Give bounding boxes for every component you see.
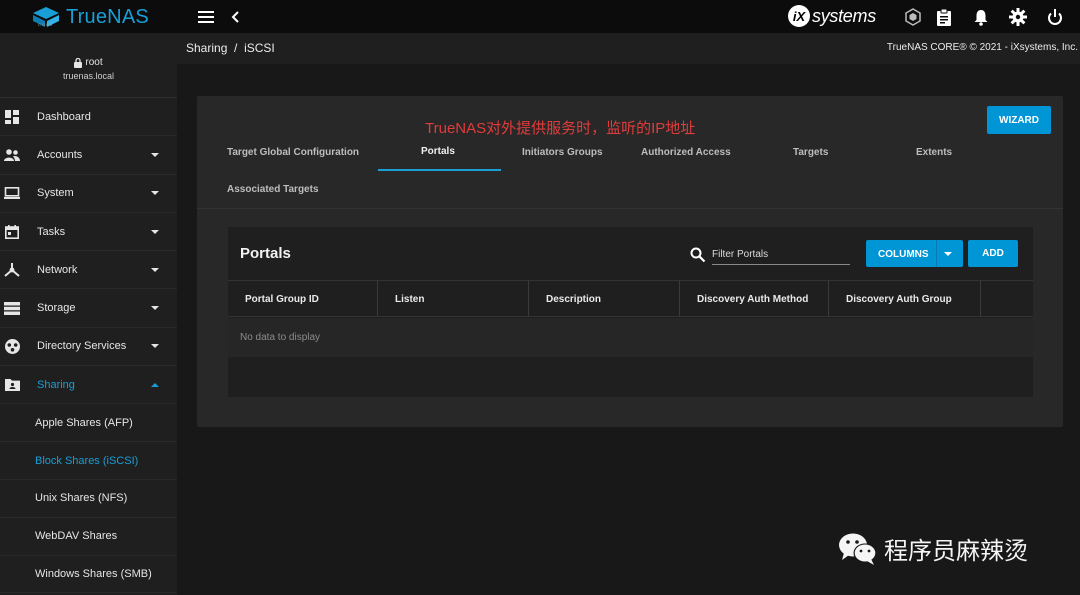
chevron-down-icon [151,152,159,157]
sidebar-item-directory-services[interactable]: Directory Services [0,328,177,367]
sidebar-item-network[interactable]: Network [0,251,177,290]
tab-targets[interactable]: Targets [793,147,828,158]
top-bar: TrueNAS CORE iX systems [0,0,1080,33]
chevron-down-icon [151,229,159,234]
sidebar-item-label: Sharing [37,378,75,391]
sidebar-item-sharing[interactable]: Sharing [0,366,177,405]
user-name-row: root [0,57,177,68]
user-box: root truenas.local [0,33,177,98]
chevron-up-icon [151,382,159,387]
tab-extents[interactable]: Extents [916,147,952,158]
directory-services-icon [4,338,20,354]
ix-mark: iX [788,5,810,27]
copyright-text: TrueNAS CORE® © 2021 - iXsystems, Inc. [886,42,1078,53]
add-button[interactable]: ADD [968,240,1018,267]
back-chevron-icon[interactable] [225,6,247,28]
column-header-portal-group-id[interactable]: Portal Group ID [228,281,378,317]
chevron-down-icon[interactable] [944,252,952,256]
button-divider [936,240,937,267]
wizard-button[interactable]: WIZARD [987,106,1051,134]
tab-divider [197,208,1063,209]
sidebar-item-label: Network [37,263,78,276]
sidebar-item-storage[interactable]: Storage [0,289,177,328]
sidebar-item-label: System [37,187,74,200]
sidebar-item-label: Storage [37,302,76,315]
tab-authorized-access[interactable]: Authorized Access [641,147,731,158]
clipboard-icon[interactable] [933,6,955,28]
watermark-text: 程序员麻辣烫 [884,537,1028,565]
system-icon [4,185,20,201]
chevron-down-icon [151,306,159,311]
menu-icon[interactable] [195,6,217,28]
lock-icon [74,57,83,68]
sidebar-item-accounts[interactable]: Accounts [0,136,177,175]
chevron-down-icon [151,267,159,272]
sidebar-item-system[interactable]: System [0,175,177,213]
watermark: 程序员麻辣烫 [838,531,1028,566]
storage-icon [4,300,20,316]
user-host: truenas.local [62,71,115,81]
empty-table-row: No data to display [228,318,1033,357]
sidebar-item-label: Accounts [37,148,83,161]
tab-associated-targets[interactable]: Associated Targets [227,184,319,195]
sidebar-subitem-nfs[interactable]: Unix Shares (NFS) [0,480,177,518]
logo-subtitle: CORE [38,22,54,27]
network-icon [4,262,20,278]
empty-message: No data to display [240,332,321,343]
search-icon[interactable] [690,247,706,263]
columns-label: COLUMNS [878,249,929,260]
filter-portals-input[interactable] [712,245,850,265]
sidebar-item-label: Tasks [37,225,66,238]
tab-initiators-groups[interactable]: Initiators Groups [522,147,603,158]
chevron-down-icon [151,344,159,349]
sidebar-subitem-iscsi[interactable]: Block Shares (iSCSI) [0,442,177,480]
tab-target-global-configuration[interactable]: Target Global Configuration [227,147,359,158]
table-title: Portals [240,245,291,262]
column-header-discovery-auth-group[interactable]: Discovery Auth Group [829,281,981,317]
bell-icon[interactable] [970,6,992,28]
active-tab-indicator [378,169,501,171]
sidebar-subitem-afp[interactable]: Apple Shares (AFP) [0,404,177,443]
tasks-icon [4,224,20,240]
sidebar-subitem-smb[interactable]: Windows Shares (SMB) [0,556,177,594]
wechat-icon [839,533,877,565]
sharing-icon [4,377,20,393]
gear-icon[interactable] [1007,6,1029,28]
sidebar-item-label: Dashboard [37,110,91,123]
logo-text: TrueNAS [66,6,149,28]
dashboard-icon [4,109,20,125]
sidebar-item-tasks[interactable]: Tasks [0,213,177,252]
ixsystems-logo[interactable]: iX systems [788,5,876,27]
columns-button[interactable]: COLUMNS [866,240,963,267]
truenas-logo[interactable]: TrueNAS [32,2,149,32]
sidebar-item-label: Directory Services [37,340,127,353]
power-icon[interactable] [1044,6,1066,28]
column-header-listen[interactable]: Listen [378,281,529,317]
breadcrumb-current: iSCSI [244,41,275,55]
sidebar-subitem-webdav[interactable]: WebDAV Shares [0,518,177,556]
column-header-discovery-auth-method[interactable]: Discovery Auth Method [680,281,829,317]
annotation-text: TrueNAS对外提供服务时，监听的IP地址 [425,120,696,137]
user-name: root [85,57,103,68]
breadcrumb: Sharing / iSCSI [186,41,275,55]
sidebar: root truenas.local Dashboard Accounts Sy… [0,33,177,595]
chevron-down-icon [151,191,159,196]
vendor-text: systems [812,5,876,26]
breadcrumb-separator: / [234,41,238,55]
column-header-description[interactable]: Description [529,281,680,317]
breadcrumb-parent[interactable]: Sharing [186,41,227,55]
tab-portals[interactable]: Portals [421,146,455,157]
table-header: Portal Group ID Listen Description Disco… [228,280,1033,317]
breadcrumb-bar: Sharing / iSCSI TrueNAS CORE® © 2021 - i… [177,33,1080,64]
sidebar-item-dashboard[interactable]: Dashboard [0,98,177,137]
accounts-icon [4,147,20,163]
truecommand-icon[interactable] [902,6,924,28]
